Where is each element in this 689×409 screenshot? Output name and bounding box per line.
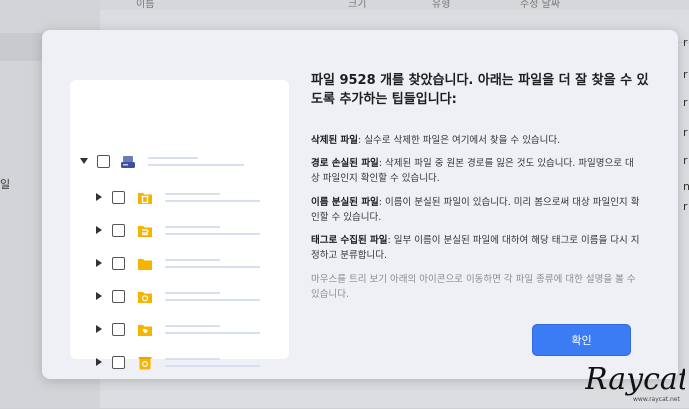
checkbox xyxy=(97,154,110,168)
trash-folder-icon xyxy=(137,190,153,204)
dialog-title: 파일 9528 개를 찾았습니다. 아래는 파일을 더 잘 찾을 수 있도록 추… xyxy=(311,73,649,107)
tag-folder-icon xyxy=(137,322,153,336)
list-item-fragment: r xyxy=(683,126,688,139)
expand-arrow-icon xyxy=(96,193,102,201)
expand-arrow-icon xyxy=(96,259,102,267)
expand-arrow-icon xyxy=(80,158,88,164)
tip-term: 삭제된 파일 xyxy=(311,135,359,146)
checkbox xyxy=(112,289,125,303)
tip-term: 태그로 수집된 파일 xyxy=(311,235,388,246)
checkbox xyxy=(112,322,125,336)
raycat-watermark: Raycat www.raycat.net xyxy=(584,360,689,405)
tree-view-illustration xyxy=(70,80,289,370)
checkbox xyxy=(112,223,125,237)
expand-arrow-icon xyxy=(96,226,102,234)
tip-term: 이름 분실된 파일 xyxy=(311,197,379,208)
placeholder-lines xyxy=(165,258,260,268)
list-item-fragment: r xyxy=(683,36,688,49)
tree-row xyxy=(96,287,260,305)
expand-arrow-icon xyxy=(96,358,102,366)
column-type[interactable]: 유형 xyxy=(432,0,450,10)
watermark-logo: Raycat xyxy=(585,362,685,397)
column-modified[interactable]: 수정 날짜 xyxy=(520,0,560,10)
tree-row xyxy=(96,254,260,272)
confirm-button[interactable]: 확인 xyxy=(532,324,631,356)
checkbox xyxy=(112,256,125,270)
placeholder-lines xyxy=(165,192,260,202)
tree-row xyxy=(96,320,260,338)
tip-term: 경로 손실된 파일 xyxy=(311,158,379,169)
name-lost-folder-icon xyxy=(137,289,153,303)
list-item-fragment: r xyxy=(683,68,688,81)
recycle-bin-icon xyxy=(137,355,153,370)
tip-name-lost-files: 이름 분실된 파일: 이름이 분실된 파일이 있습니다. 미리 봄으로써 대상 … xyxy=(311,195,641,225)
tree-row xyxy=(96,353,260,371)
checkbox xyxy=(112,355,125,369)
placeholder-lines xyxy=(165,324,260,334)
placeholder-lines xyxy=(165,291,260,301)
path-lost-folder-icon xyxy=(137,223,153,237)
watermark-url: www.raycat.net xyxy=(633,396,681,403)
checkbox xyxy=(112,190,125,204)
tree-root-row xyxy=(80,152,244,170)
column-size[interactable]: 크기 xyxy=(348,0,366,10)
tree-row xyxy=(96,221,260,239)
expand-arrow-icon xyxy=(96,292,102,300)
tip-text: : 실수로 삭제한 파일은 여기에서 찾을 수 있습니다. xyxy=(358,135,561,146)
list-item-fragment: r xyxy=(683,154,688,167)
tree-hint-text: 마우스를 트리 보기 아래의 아이콘으로 이동하면 각 파일 종류에 대한 설명… xyxy=(311,274,636,300)
file-list-header: 이름 크기 유형 수정 날짜 xyxy=(100,0,689,10)
expand-arrow-icon xyxy=(96,325,102,333)
tip-deleted-files: 삭제된 파일: 실수로 삭제한 파일은 여기에서 찾을 수 있습니다. xyxy=(311,133,641,148)
tips-dialog: 파일 9528 개를 찾았습니다. 아래는 파일을 더 잘 찾을 수 있도록 추… xyxy=(42,30,678,379)
list-item-fragment: r xyxy=(683,200,688,213)
list-item-fragment: r xyxy=(683,96,688,109)
tip-path-lost-files: 경로 손실된 파일: 삭제된 파일 중 원본 경로를 잃은 것도 있습니다. 파… xyxy=(311,156,641,186)
drive-icon xyxy=(120,154,136,168)
folder-icon xyxy=(137,256,153,270)
tip-tagged-files: 태그로 수집된 파일: 일부 이름이 분실된 파일에 대하여 해당 태그로 이름… xyxy=(311,233,641,263)
placeholder-lines xyxy=(148,156,244,166)
placeholder-lines xyxy=(165,357,260,367)
tree-row xyxy=(96,188,260,206)
placeholder-lines xyxy=(165,225,260,235)
column-name[interactable]: 이름 xyxy=(136,0,154,10)
sidebar-item-label: 일 xyxy=(0,178,11,191)
list-item-fragment: n xyxy=(683,180,689,193)
